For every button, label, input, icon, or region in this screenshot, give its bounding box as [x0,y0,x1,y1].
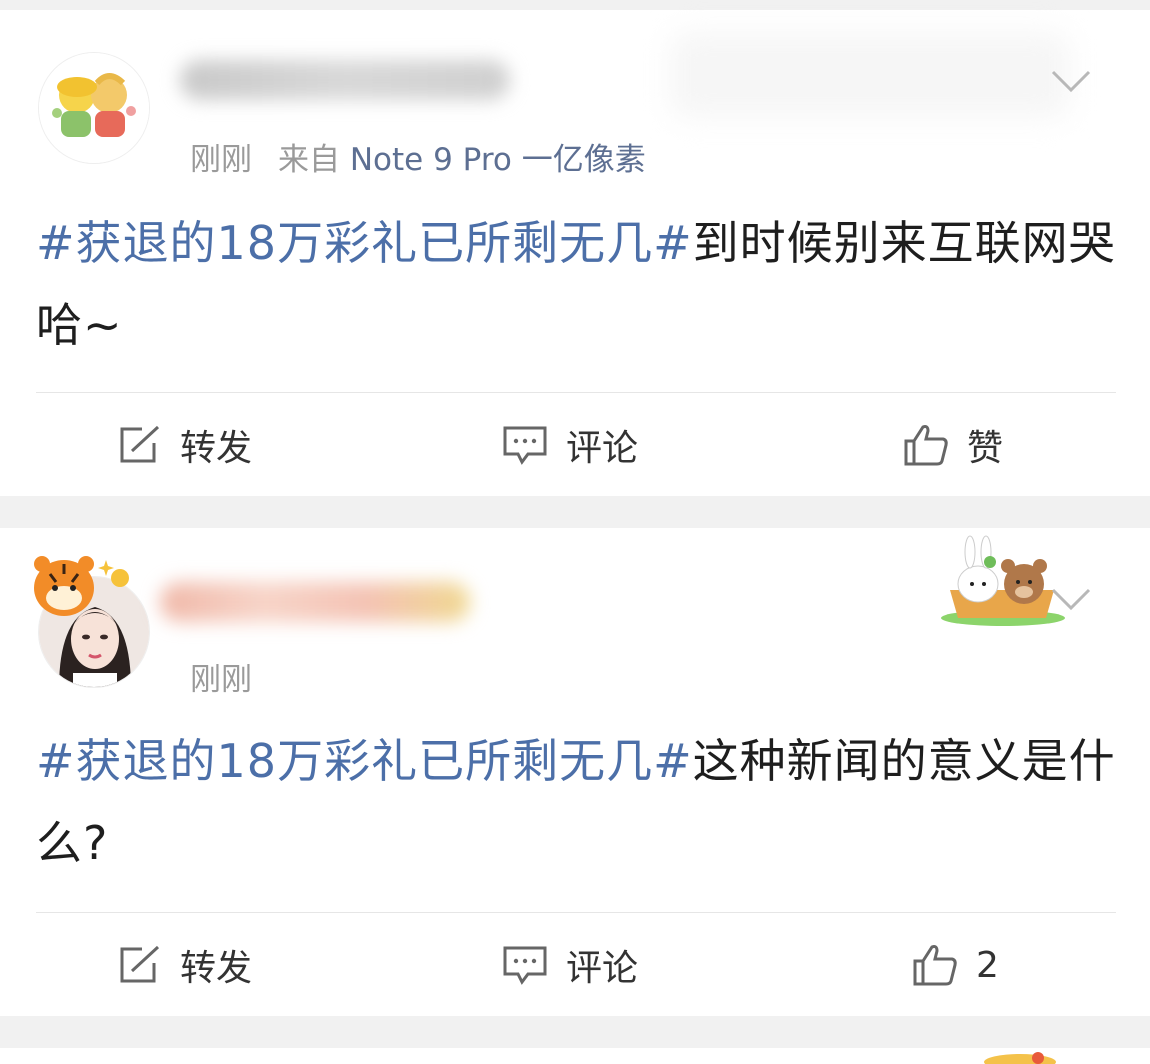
like-count: 2 [976,944,999,986]
like-button[interactable]: 2 [912,930,999,1000]
like-label: 赞 [967,428,1004,469]
avatar-sticker-sparkle [98,560,129,587]
repost-icon [120,945,160,983]
comment-button[interactable]: 评论 [502,410,638,480]
post-card-partial [0,1048,1150,1064]
comment-icon [503,426,547,465]
avatar-tiger-badge [34,556,94,616]
repost-button[interactable]: 转发 [118,410,252,480]
repost-icon [120,425,160,463]
post-content: #获退的18万彩礼已所剩无几#这种新闻的意义是什么? [36,720,1126,884]
post-meta: 刚刚 [190,654,252,699]
like-button[interactable]: 赞 [903,410,1003,480]
chevron-down-icon[interactable] [1050,586,1092,612]
repost-label: 转发 [180,428,253,469]
topic-link[interactable]: #获退的18万彩礼已所剩无几# [36,734,693,788]
post-time: 刚刚 [190,142,252,178]
action-bar: 转发 评论 赞 [0,410,1150,480]
topic-link[interactable]: #获退的18万彩礼已所剩无几# [36,216,693,270]
username-blurred[interactable] [160,582,470,622]
post-device[interactable]: Note 9 Pro 一亿像素 [350,142,646,178]
post-card: 刚刚 来自 Note 9 Pro 一亿像素 #获退的18万彩礼已所剩无几#到时候别… [0,10,1150,496]
post-content: #获退的18万彩礼已所剩无几#到时候别来互联网哭哈~ [36,202,1126,366]
action-bar: 转发 评论 2 [0,930,1150,1000]
avatar[interactable] [38,52,150,164]
post-source-label: 来自 [278,142,340,178]
chevron-down-icon[interactable] [1050,68,1092,94]
like-icon [904,425,948,466]
sticker [934,534,1072,630]
comment-button[interactable]: 评论 [502,930,638,1000]
comment-icon [503,946,547,985]
divider [36,392,1116,393]
like-icon [913,945,957,986]
repost-label: 转发 [180,948,253,989]
username-blurred[interactable] [180,60,510,100]
post-meta: 刚刚 来自 Note 9 Pro 一亿像素 [190,134,646,179]
divider [36,912,1116,913]
post-time: 刚刚 [190,662,252,698]
post-card: 刚刚 #获退的18万彩礼已所剩无几#这种新闻的意义是什么? 转发 评论 2 [0,528,1150,1016]
repost-button[interactable]: 转发 [118,930,252,1000]
weibo-feed: 刚刚 来自 Note 9 Pro 一亿像素 #获退的18万彩礼已所剩无几#到时候别… [0,0,1150,1064]
header-blurred-area [670,32,1070,118]
sticker [984,1052,1056,1064]
comment-label: 评论 [566,948,639,989]
comment-label: 评论 [566,428,639,469]
